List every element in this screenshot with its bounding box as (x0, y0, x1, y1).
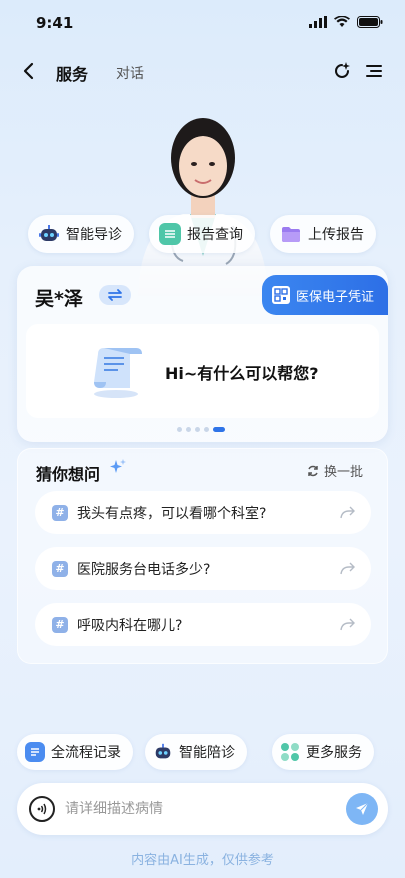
status-time: 9:41 (36, 14, 74, 32)
refresh-icon (308, 465, 318, 476)
carousel-dot[interactable] (204, 427, 209, 432)
suggested-questions-panel: 猜你想问 换一批 # 我头有点疼，可以看哪个科室? # 医院服务台电话多少? #… (17, 448, 388, 664)
question-text: 我头有点疼，可以看哪个科室? (77, 505, 267, 522)
refresh-label: 换一批 (323, 465, 363, 480)
signal-icon (309, 16, 327, 28)
hash-icon: # (52, 504, 68, 521)
smart-escort-button[interactable]: 智能陪诊 (145, 734, 247, 770)
question-text: 医院服务台电话多少? (77, 561, 211, 578)
suggested-title: 猜你想问 (36, 465, 101, 484)
swap-icon (108, 289, 122, 301)
action-label: 智能陪诊 (179, 745, 235, 761)
suggested-question[interactable]: # 我头有点疼，可以看哪个科室? (35, 491, 371, 534)
chat-input-bar (17, 783, 388, 835)
carousel-dot[interactable] (186, 427, 191, 432)
chevron-left-icon (23, 62, 34, 80)
hash-icon: # (52, 616, 68, 633)
chip-smart-triage[interactable]: 智能导诊 (28, 215, 134, 253)
status-bar: 9:41 (0, 0, 405, 44)
new-chat-button[interactable] (331, 60, 353, 82)
chip-report-query[interactable]: 报告查询 (149, 215, 255, 253)
more-services-button[interactable]: 更多服务 (272, 734, 374, 770)
forward-arrow-icon (340, 618, 355, 630)
sparkle-icon (109, 458, 127, 476)
carousel-dot[interactable] (195, 427, 200, 432)
robot-icon (38, 223, 60, 245)
action-label: 更多服务 (306, 745, 362, 761)
carousel-dot-active[interactable] (213, 427, 225, 432)
voice-icon (37, 803, 47, 815)
suggested-question[interactable]: # 医院服务台电话多少? (35, 547, 371, 590)
tab-chat[interactable]: 对话 (116, 63, 144, 83)
qr-code-icon (272, 286, 290, 304)
battery-icon (357, 16, 383, 28)
record-icon (25, 742, 45, 762)
hash-icon: # (52, 560, 68, 577)
forward-arrow-icon (340, 506, 355, 518)
carousel-dot[interactable] (177, 427, 182, 432)
nav-bar: 服务 对话 (0, 56, 405, 88)
symptom-input[interactable] (65, 798, 325, 820)
chip-upload-report[interactable]: 上传报告 (270, 215, 376, 253)
back-button[interactable] (18, 60, 40, 82)
insurance-label: 医保电子凭证 (296, 289, 375, 305)
switch-patient-button[interactable] (99, 285, 131, 305)
menu-button[interactable] (363, 60, 385, 82)
chip-label: 报告查询 (187, 227, 243, 243)
forward-arrow-icon (340, 562, 355, 574)
full-record-button[interactable]: 全流程记录 (17, 734, 133, 770)
greeting-text: Hi~有什么可以帮您? (165, 364, 319, 383)
chip-label: 智能导诊 (66, 227, 122, 243)
refresh-batch-button[interactable]: 换一批 (306, 461, 363, 480)
ai-disclaimer: 内容由AI生成，仅供参考 (131, 853, 274, 868)
suggested-question[interactable]: # 呼吸内科在哪儿? (35, 603, 371, 646)
chip-label: 上传报告 (308, 227, 364, 243)
wifi-icon (334, 16, 350, 27)
status-icons (309, 16, 383, 28)
send-icon (356, 802, 369, 815)
scroll-document-icon (86, 344, 146, 400)
send-button[interactable] (346, 793, 378, 825)
robot-icon (153, 742, 173, 762)
refresh-sparkle-icon (335, 62, 350, 78)
patient-card: 吴*泽 医保电子凭证 Hi~有什么可以帮您? (17, 266, 388, 442)
grid-icon (280, 742, 300, 762)
patient-name: 吴*泽 (35, 288, 83, 310)
tab-service[interactable]: 服务 (56, 61, 88, 85)
report-icon (159, 223, 181, 245)
greeting-box: Hi~有什么可以帮您? (26, 324, 379, 418)
question-text: 呼吸内科在哪儿? (77, 617, 183, 634)
menu-icon (366, 65, 382, 77)
medical-insurance-button[interactable]: 医保电子凭证 (262, 275, 388, 315)
folder-icon (280, 223, 302, 245)
voice-input-button[interactable] (29, 796, 55, 822)
carousel-indicator (177, 427, 225, 432)
action-label: 全流程记录 (51, 745, 121, 761)
